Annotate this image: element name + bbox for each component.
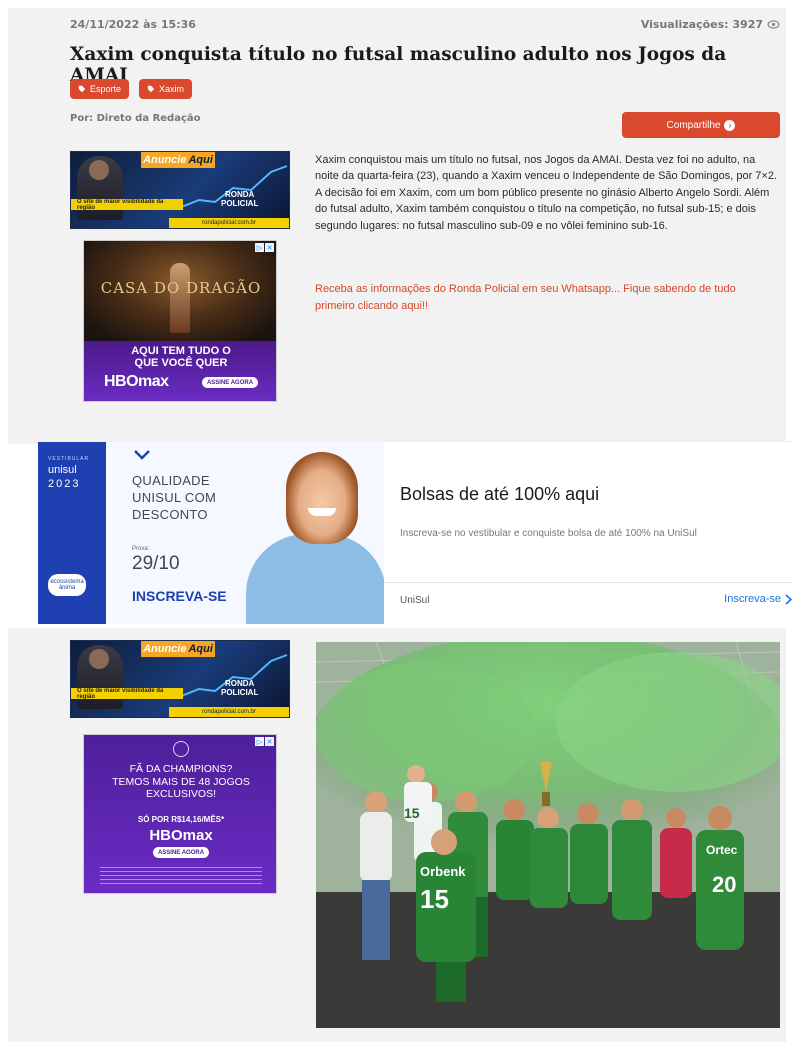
- unisul-logo: unisul: [48, 464, 77, 476]
- exam-date: 29/10: [132, 553, 180, 574]
- ad-show-title: CASA DO DRAGÃO: [100, 279, 262, 297]
- svg-text:15: 15: [404, 805, 420, 821]
- ad-slogan: AQUI TEM TUDO O QUE VOCÊ QUER: [131, 345, 231, 369]
- unisul-brand-panel: VESTIBULAR unisul 2023 ecossistema ânima: [38, 442, 106, 624]
- advertiser-name: UniSul: [400, 595, 430, 606]
- tag-label: Esporte: [90, 84, 122, 94]
- ad-url: rondapolicial.com.br: [169, 707, 289, 717]
- hbo-max-champions-ad[interactable]: FÃ DA CHAMPIONS? TEMOS MAIS DE 48 JOGOS …: [83, 734, 277, 894]
- ad-strip-text: O site de maior visibilidade da região: [71, 199, 183, 211]
- svg-text:Orbenk: Orbenk: [420, 864, 466, 879]
- ad-cta-button[interactable]: ASSINE AGORA: [153, 847, 209, 858]
- view-count-label: Visualizações: 3927: [640, 18, 763, 31]
- tag-xaxim[interactable]: Xaxim: [139, 79, 193, 99]
- svg-text:15: 15: [420, 884, 449, 914]
- ad-strip-text: O site de maior visibilidade da região: [71, 688, 183, 700]
- ad-cta-button[interactable]: ASSINE AGORA: [202, 377, 258, 388]
- article-body: Xaxim conquistou mais um título no futsa…: [315, 154, 778, 232]
- eye-icon: [767, 20, 780, 29]
- ad-price: SÓ POR R$14,16/MÊS*: [137, 815, 225, 824]
- author-byline: Por: Direto da Redação: [70, 113, 201, 124]
- hbo-max-logo: HBOmax: [149, 827, 213, 844]
- ad-question: FÃ DA CHAMPIONS? TEMOS MAIS DE 48 JOGOS …: [112, 763, 250, 800]
- unisul-headline: QUALIDADE UNISUL COM DESCONTO: [132, 473, 217, 522]
- ad-fine-print: [100, 867, 262, 885]
- adchoices-icon[interactable]: ▷ ✕: [255, 737, 274, 746]
- ad-url: rondapolicial.com.br: [169, 218, 289, 228]
- team-celebration-image: 15 Orbenk 15 Ortec 20: [316, 642, 780, 1028]
- ronda-policial-logo: RONDA POLICIAL: [221, 190, 259, 208]
- unisul-creative: QUALIDADE UNISUL COM DESCONTO Prova: 29/…: [106, 442, 384, 624]
- unisul-ad-title: Bolsas de até 100% aqui: [400, 484, 600, 504]
- share-label: Compartilhe: [666, 119, 721, 131]
- svg-text:20: 20: [712, 872, 736, 897]
- share-arrow-icon: ›: [724, 119, 736, 131]
- anima-logo: ecossistema ânima: [48, 574, 86, 596]
- ad-model-image: [246, 534, 384, 624]
- svg-text:Ortec: Ortec: [706, 843, 738, 857]
- article-photo[interactable]: 15 Orbenk 15 Ortec 20: [316, 642, 780, 1028]
- unisul-ad[interactable]: VESTIBULAR unisul 2023 ecossistema ânima…: [38, 441, 792, 624]
- tag-list: Esporte Xaxim: [70, 79, 193, 99]
- hbo-max-logo: HBOmax: [104, 373, 169, 390]
- tag-icon: [78, 85, 86, 93]
- ronda-policial-logo: RONDA POLICIAL: [221, 679, 259, 697]
- unisul-cta-text: INSCREVA-SE: [132, 588, 227, 604]
- share-button[interactable]: Compartilhe ›: [622, 112, 780, 138]
- unisul-signup-link[interactable]: Inscreva-se: [724, 593, 792, 605]
- tag-label: Xaxim: [159, 84, 185, 94]
- publish-date: 24/11/2022 às 15:36: [70, 18, 196, 31]
- hbo-max-ad[interactable]: CASA DO DRAGÃO AQUI TEM TUDO O QUE VOCÊ Q…: [83, 240, 277, 402]
- view-count: Visualizações: 3927: [641, 18, 780, 31]
- chevron-down-icon: [134, 450, 150, 460]
- champions-league-icon: [173, 741, 189, 757]
- chevron-right-icon: [785, 593, 792, 605]
- unisul-text-panel: Bolsas de até 100% aqui Inscreva-se no v…: [384, 442, 792, 624]
- adchoices-icon[interactable]: ▷ ✕: [255, 243, 274, 252]
- banner-ad-anuncie-aqui[interactable]: Anuncie Aqui O site de maior visibilidade…: [70, 640, 290, 718]
- ad-figure: [170, 263, 190, 333]
- banner-ad-anuncie-aqui[interactable]: Anuncie Aqui O site de maior visibilidade…: [70, 151, 290, 229]
- unisul-ad-description: Inscreva-se no vestibular e conquiste bo…: [400, 528, 697, 539]
- whatsapp-link[interactable]: Receba as informações do Ronda Policial …: [315, 281, 765, 315]
- tag-esporte[interactable]: Esporte: [70, 79, 130, 99]
- tag-icon: [147, 85, 155, 93]
